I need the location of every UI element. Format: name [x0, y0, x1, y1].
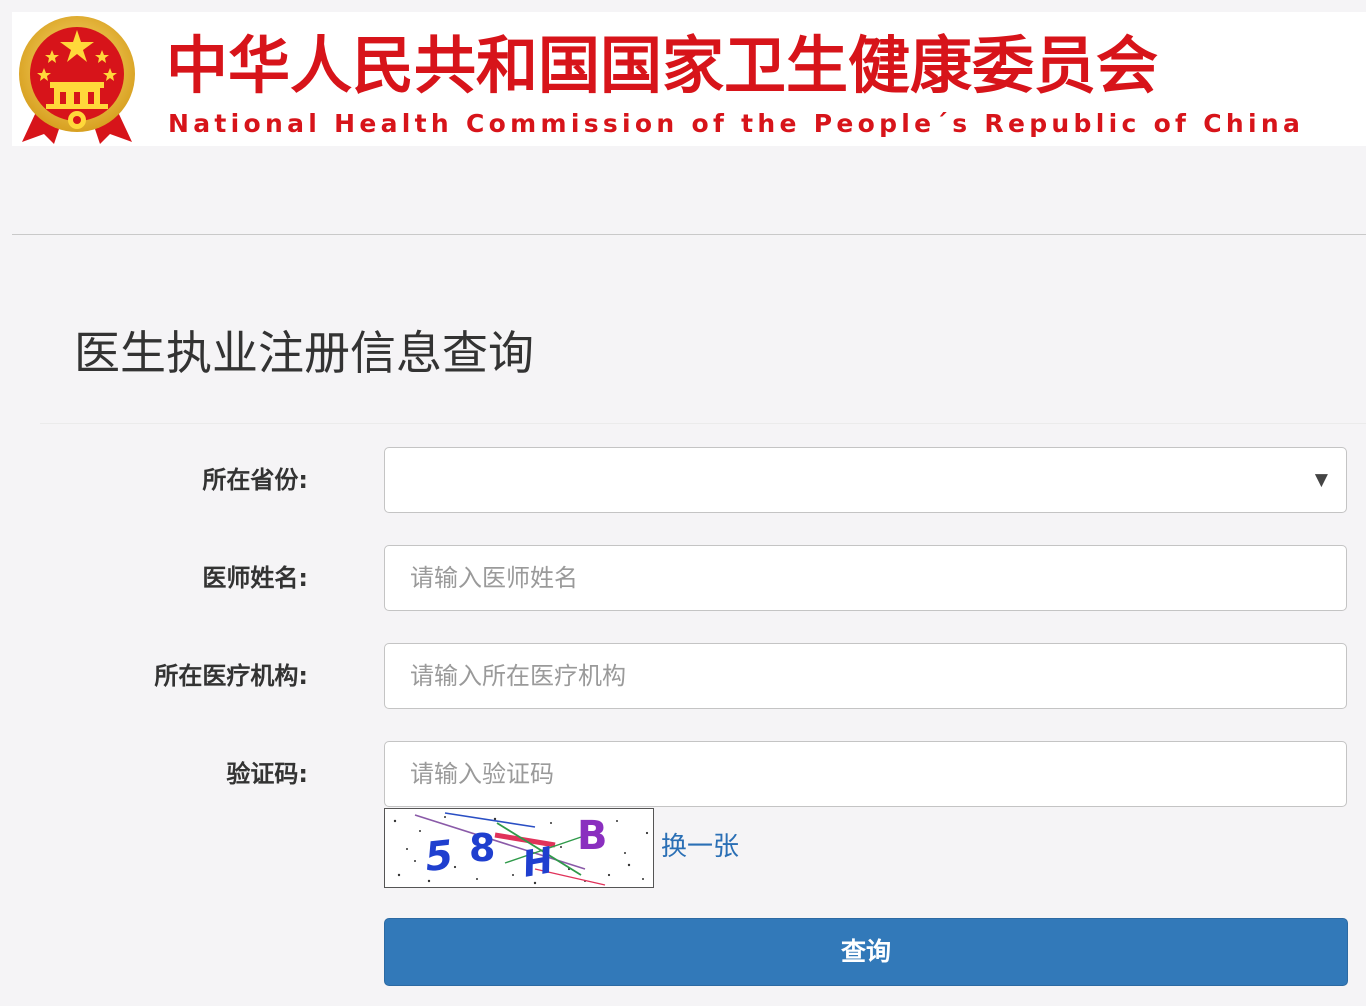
captcha-input[interactable] — [385, 742, 1346, 806]
title-divider — [40, 423, 1366, 424]
search-button[interactable]: 查询 — [384, 918, 1348, 986]
institution-field[interactable] — [384, 643, 1347, 709]
province-select[interactable]: ▼ — [384, 447, 1347, 513]
captcha-label: 验证码: — [226, 760, 308, 788]
captcha-char-4: B — [577, 813, 608, 859]
site-title-english: National Health Commission of the People… — [168, 109, 1305, 138]
refresh-captcha-link[interactable]: 换一张 — [661, 828, 739, 866]
captcha-field[interactable] — [384, 741, 1347, 807]
site-title-chinese: 中华人民共和国国家卫生健康委员会 — [166, 29, 1159, 102]
institution-label: 所在医疗机构: — [154, 662, 308, 690]
doctor-name-field[interactable] — [384, 545, 1347, 611]
captcha-char-1: 5 — [423, 832, 455, 881]
institution-input[interactable] — [385, 644, 1346, 708]
doctor-name-label: 医师姓名: — [202, 564, 308, 592]
captcha-char-2: 8 — [469, 826, 495, 870]
page-title: 医生执业注册信息查询 — [74, 326, 534, 380]
national-emblem-icon — [19, 16, 135, 144]
header-divider — [12, 234, 1366, 235]
province-label: 所在省份: — [202, 466, 308, 494]
captcha-noise: 5 8 H B — [393, 812, 649, 886]
caret-down-icon: ▼ — [1314, 470, 1328, 490]
doctor-name-input[interactable] — [385, 546, 1346, 610]
site-header-banner: 中华人民共和国国家卫生健康委员会 National Health Commiss… — [12, 12, 1366, 146]
captcha-image[interactable]: 5 8 H B — [384, 808, 654, 888]
